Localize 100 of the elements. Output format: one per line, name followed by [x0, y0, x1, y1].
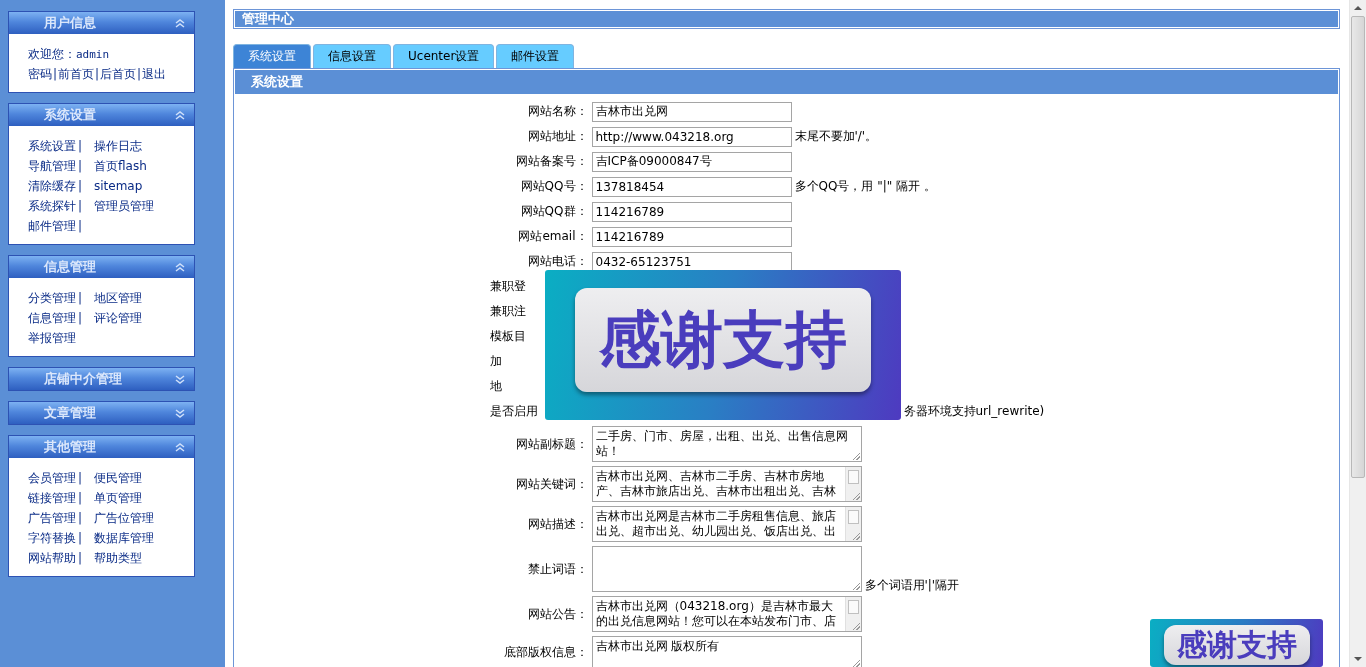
collapse-icon[interactable] — [175, 262, 185, 272]
field-label: 网站地址： — [527, 128, 588, 145]
separator: | — [78, 158, 84, 175]
separator: | — [94, 67, 100, 81]
sidebar-link[interactable]: 广告位管理 — [94, 511, 154, 525]
separator: | — [78, 490, 84, 507]
sidebar-link[interactable]: 信息管理 — [28, 308, 78, 328]
input-field[interactable]: http://www.043218.org — [591, 126, 792, 147]
input-field[interactable]: 吉林市出兑网 — [591, 101, 792, 122]
scrollbar-drawing[interactable] — [844, 507, 861, 541]
text-area[interactable]: 吉林市出兑网、吉林市二手房、吉林市房地产、吉林市旅店出兑、吉林市出租出兑、吉林 — [591, 466, 862, 502]
sidebar-link[interactable]: 密码 — [28, 67, 52, 81]
sidebar-link[interactable]: 前首页 — [58, 67, 95, 81]
sidebar-link[interactable]: 退出 — [142, 67, 167, 81]
scrollbar-drawing[interactable] — [844, 467, 861, 501]
tab[interactable]: 系统设置 — [233, 44, 311, 68]
sidebar-link[interactable]: 评论管理 — [94, 311, 142, 325]
tab[interactable]: Ucenter设置 — [393, 44, 495, 68]
text-area[interactable] — [591, 546, 862, 592]
sidebar-link[interactable]: 字符替换 — [28, 528, 78, 548]
scrollbar-drawing[interactable] — [1349, 0, 1366, 667]
banner-text: 感谢支持 — [1176, 627, 1297, 663]
sidebar-link[interactable]: 系统探针 — [28, 196, 78, 216]
hint-text: 务器环境支持url_rewrite) — [902, 403, 1045, 420]
sidebar-link[interactable]: 链接管理 — [28, 488, 78, 508]
input-field[interactable]: 137818454 — [591, 176, 792, 197]
separator: | — [78, 178, 84, 195]
tab[interactable]: 邮件设置 — [496, 44, 575, 68]
separator: | — [78, 290, 84, 307]
panel-title: 文章管理 — [44, 404, 96, 422]
sidebar-link[interactable]: 地区管理 — [94, 291, 142, 305]
sidebar-link[interactable]: 清除缓存 — [28, 176, 78, 196]
input-field[interactable]: 0432-65123751 — [591, 251, 792, 272]
field-label: 网站电话： — [527, 253, 588, 270]
sidebar-link[interactable]: 系统设置 — [28, 136, 78, 156]
sidebar-link[interactable]: 首页flash — [94, 159, 147, 173]
separator: | — [78, 198, 84, 215]
sidebar-link[interactable]: 数据库管理 — [94, 531, 154, 545]
text-area[interactable]: 二手房、门市、房屋，出租、出兑、出售信息网站！ — [591, 426, 862, 462]
expand-icon[interactable] — [175, 408, 185, 418]
field-label: 兼职登 — [489, 278, 526, 295]
hint-text: 多个词语用'|'隔开 — [864, 577, 960, 594]
separator: | — [78, 310, 84, 327]
separator: | — [136, 67, 142, 81]
input-field[interactable]: 114216789 — [591, 201, 792, 222]
separator: | — [78, 550, 84, 567]
collapse-icon[interactable] — [175, 110, 185, 120]
banner-text: 感谢支持 — [599, 304, 847, 376]
input-field[interactable]: 吉ICP备09000847号 — [591, 151, 792, 172]
panel-title: 用户信息 — [44, 14, 96, 32]
sidebar-link[interactable]: 分类管理 — [28, 288, 78, 308]
field-label: 网站email： — [518, 228, 588, 245]
sidebar-link[interactable]: 管理员管理 — [94, 199, 154, 213]
scrollbar-drawing[interactable] — [844, 597, 861, 631]
panel-title: 系统设置 — [251, 73, 303, 91]
field-label: 地 — [489, 378, 502, 395]
sidebar-link[interactable]: 便民管理 — [94, 471, 142, 485]
welcome-text: 欢迎您： — [28, 47, 76, 61]
sidebar-link[interactable]: 操作日志 — [94, 139, 142, 153]
hint-text: 多个QQ号，用 "|" 隔开 。 — [794, 178, 936, 195]
panel-title: 其他管理 — [44, 438, 96, 456]
field-label: 网站公告： — [527, 605, 588, 623]
sidebar-link[interactable]: 会员管理 — [28, 468, 78, 488]
sidebar-link[interactable]: sitemap — [94, 179, 143, 193]
sidebar-link[interactable]: 广告管理 — [28, 508, 78, 528]
header-title: 管理中心 — [242, 10, 294, 28]
field-label: 是否启用 — [489, 403, 538, 420]
text-area[interactable]: 吉林市出兑网是吉林市二手房租售信息、旅店出兑、超市出兑、幼儿园出兑、饭店出兑、出 — [591, 506, 862, 542]
field-label: 网站名称： — [527, 103, 588, 120]
sidebar-link[interactable]: 网站帮助 — [28, 548, 78, 568]
separator: | — [78, 218, 84, 235]
panel-title: 信息管理 — [44, 258, 96, 276]
field-label: 网站QQ群： — [520, 203, 588, 220]
field-label: 网站关键词： — [515, 475, 588, 493]
hint-text: 末尾不要加'/'。 — [794, 128, 878, 145]
field-label: 网站QQ号： — [520, 178, 588, 195]
sidebar-link[interactable]: 单页管理 — [94, 491, 142, 505]
sidebar-link[interactable]: 举报管理 — [28, 328, 78, 348]
field-label: 底部版权信息： — [503, 644, 588, 661]
banner-ad[interactable]: 感谢支持 — [545, 270, 901, 420]
field-label: 网站副标题： — [515, 435, 588, 453]
field-label: 模板目 — [489, 328, 526, 345]
expand-icon[interactable] — [175, 374, 185, 384]
text-area[interactable]: 吉林市出兑网（043218.org）是吉林市最大的出兑信息网站！您可以在本站发布门市、店 — [591, 596, 862, 632]
panel-title: 系统设置 — [44, 106, 96, 124]
separator: | — [78, 510, 84, 527]
banner-ad[interactable]: 感谢支持 — [1150, 619, 1323, 667]
separator: | — [78, 530, 84, 547]
text-area[interactable]: 吉林市出兑网 版权所有 — [591, 636, 862, 667]
input-field[interactable]: 114216789 — [591, 226, 792, 247]
field-label: 网站备案号： — [515, 153, 588, 170]
tab[interactable]: 信息设置 — [313, 44, 391, 68]
collapse-icon[interactable] — [175, 442, 185, 452]
sidebar-link[interactable]: 后首页 — [100, 67, 137, 81]
collapse-icon[interactable] — [175, 18, 185, 28]
sidebar-link[interactable]: 邮件管理 — [28, 216, 78, 236]
sidebar-link[interactable]: 导航管理 — [28, 156, 78, 176]
field-label: 禁止词语： — [527, 560, 588, 578]
sidebar-link[interactable]: 帮助类型 — [94, 551, 142, 565]
field-label: 加 — [489, 353, 502, 370]
